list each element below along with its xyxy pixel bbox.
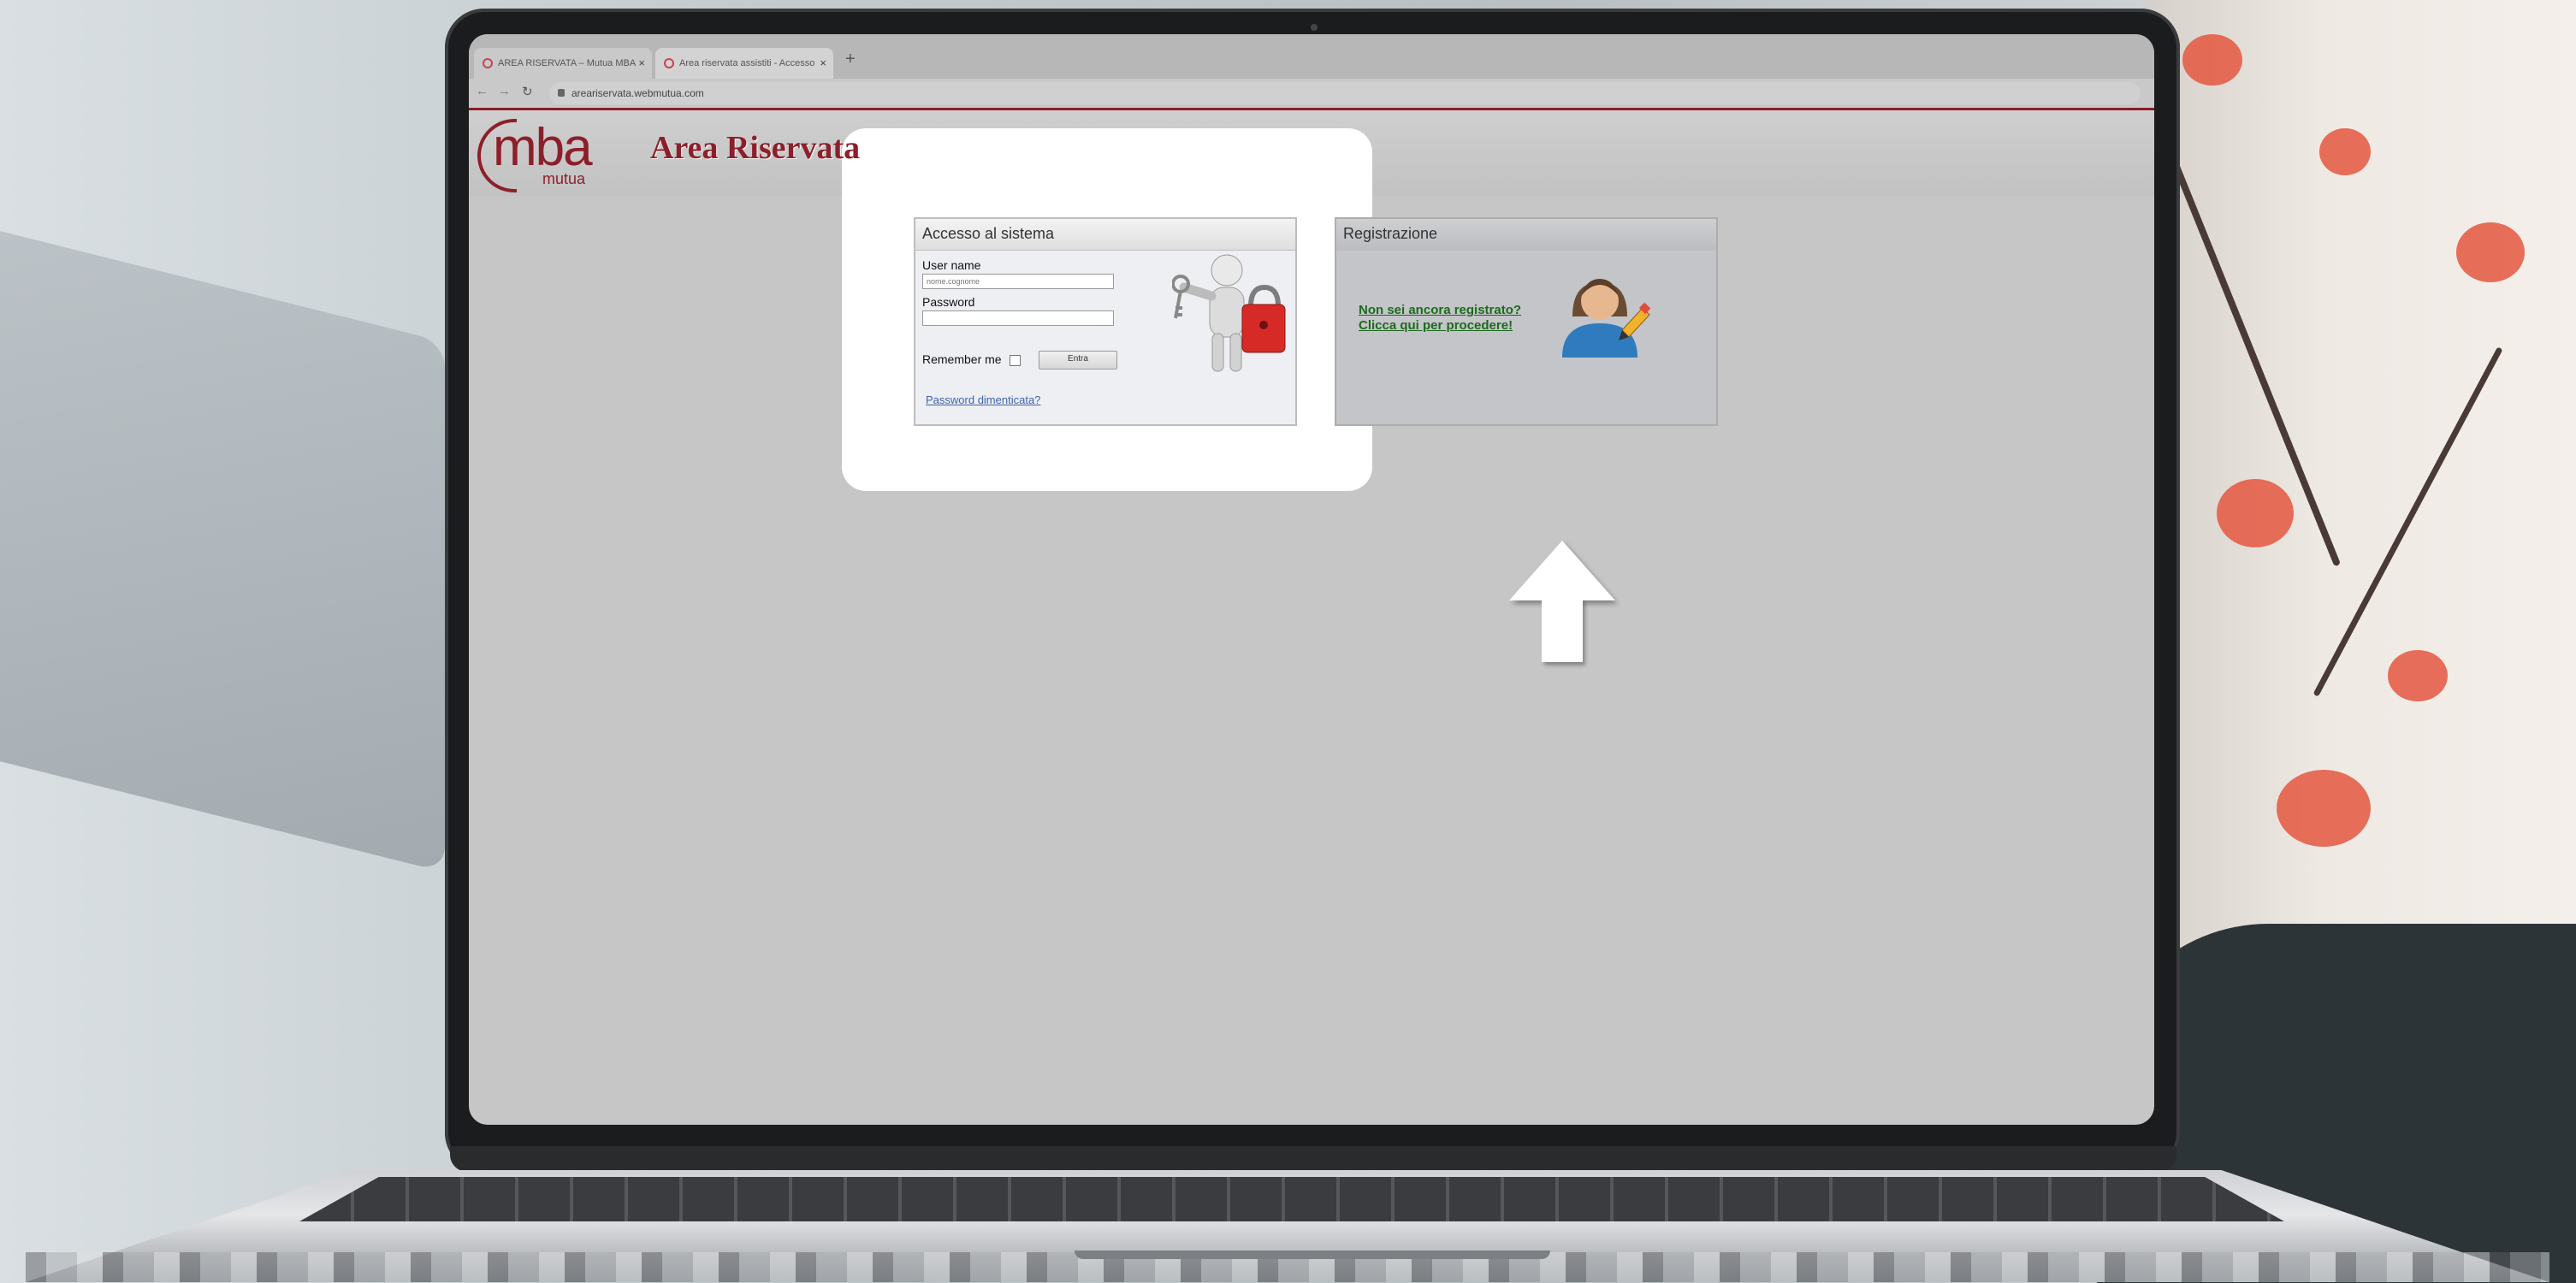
arrow-up-stem	[1542, 599, 1583, 662]
man-with-key-and-padlock-icon	[1172, 254, 1286, 372]
remember-me-checkbox[interactable]	[1010, 355, 1021, 366]
arrow-up-icon	[1509, 541, 1615, 600]
laptop-keyboard	[299, 1177, 2284, 1221]
logo-subtext: mutua	[542, 170, 586, 187]
browser-tab[interactable]: AREA RISERVATA – Mutua MBA ×	[474, 48, 652, 79]
mba-logo[interactable]: mba mutua	[477, 115, 597, 192]
registration-panel-heading: Registrazione	[1336, 219, 1716, 251]
tab-close-icon[interactable]: ×	[638, 48, 645, 79]
login-panel: Accesso al sistema User name Password Re…	[914, 217, 1297, 426]
back-arrow-icon[interactable]: ←	[476, 84, 489, 98]
site-favicon-icon	[664, 58, 674, 68]
laptop-hinge	[450, 1146, 2176, 1172]
lock-icon	[558, 89, 565, 97]
background-laptop	[0, 222, 445, 872]
registration-panel: Registrazione Non sei ancora registrato?…	[1335, 217, 1718, 426]
person-with-pencil-icon	[1562, 279, 1651, 358]
browser-tab-bar: AREA RISERVATA – Mutua MBA × Area riserv…	[469, 34, 2154, 79]
laptop-bezel: AREA RISERVATA – Mutua MBA × Area riserv…	[445, 9, 2180, 1172]
username-input[interactable]	[922, 274, 1114, 289]
registration-question-link[interactable]: Non sei ancora registrato?	[1359, 303, 1521, 317]
browser-tab-active[interactable]: Area riservata assistiti - Accesso ×	[655, 48, 833, 79]
reload-icon[interactable]: ↻	[522, 84, 533, 99]
url-text: areariservata.webmutua.com	[571, 87, 704, 99]
laptop-trackpad-notch	[1075, 1250, 1550, 1259]
username-label: User name	[922, 258, 981, 272]
registration-proceed-link[interactable]: Clicca qui per procedere!	[1359, 318, 1513, 333]
forgot-password-link[interactable]: Password dimenticata?	[926, 393, 1040, 406]
camera-dot	[1311, 24, 1318, 31]
laptop-screen: AREA RISERVATA – Mutua MBA × Area riserv…	[469, 34, 2154, 1125]
tab-title: AREA RISERVATA – Mutua MBA	[498, 58, 637, 68]
password-label: Password	[922, 295, 975, 309]
tab-title: Area riservata assistiti - Accesso	[679, 58, 815, 68]
page-title: Area Riservata	[650, 130, 861, 166]
remember-me-label: Remember me	[922, 352, 1002, 366]
tab-close-icon[interactable]: ×	[820, 48, 826, 79]
site-favicon-icon	[483, 58, 493, 68]
forward-arrow-icon[interactable]: →	[498, 84, 511, 98]
login-panel-heading: Accesso al sistema	[915, 219, 1295, 251]
password-input[interactable]	[922, 310, 1114, 326]
login-submit-button[interactable]: Entra	[1039, 351, 1117, 370]
logo-text: mba	[493, 118, 593, 177]
browser-address-bar: ← → ↻ areariservata.webmutua.com	[469, 79, 2154, 108]
url-field[interactable]: areariservata.webmutua.com	[549, 82, 2141, 104]
new-tab-button[interactable]: +	[845, 50, 856, 69]
